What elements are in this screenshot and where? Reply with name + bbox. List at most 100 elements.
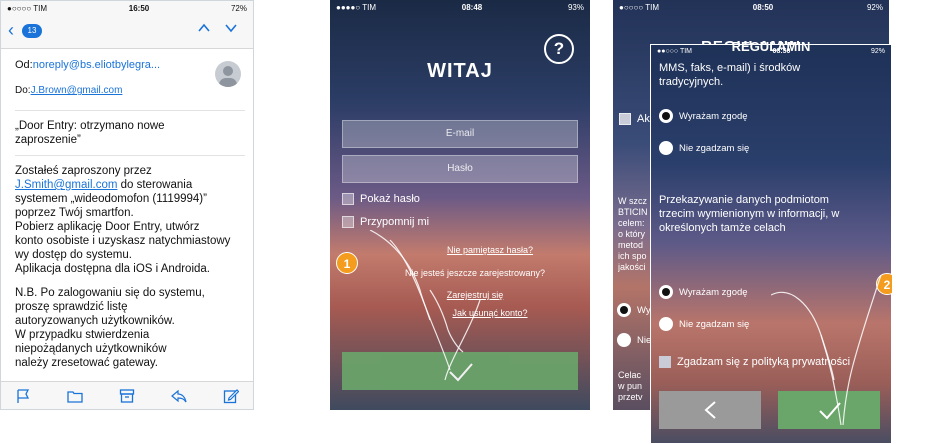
reply-icon[interactable]: [171, 388, 187, 404]
mail-nav-bar: ‹ 13: [1, 15, 253, 49]
consent-1-no-radio[interactable]: Nie zgadzam się: [659, 141, 749, 155]
consent-2-no-radio[interactable]: Nie zgadzam się: [659, 317, 749, 331]
radio-label: Nie zgadzam się: [679, 142, 750, 154]
radio-button[interactable]: [659, 109, 673, 123]
delete-account-link[interactable]: Jak usunąć konto?: [390, 308, 590, 318]
time-label: 08:48: [461, 2, 483, 12]
from-row: Od:noreply@bs.eliotbylegra...: [15, 59, 160, 71]
register-link[interactable]: Zarejestruj się: [360, 290, 590, 300]
radio-label: Nie zgadzam się: [679, 318, 750, 330]
confirm-button[interactable]: [342, 352, 578, 390]
back-button[interactable]: [659, 391, 761, 429]
agree-policy-checkbox[interactable]: Zgadzam się z polityką prywatności: [659, 355, 850, 369]
status-bar: ●○○○○ TIM 08:50 92%: [613, 0, 889, 14]
text-line: przetv: [618, 392, 643, 402]
chevron-left-icon: [704, 401, 716, 419]
body-line: autoryzowanych użytkowników.: [15, 315, 175, 327]
mail-subject: „Door Entry: otrzymano nowe zaproszenie”: [15, 119, 245, 156]
accept-checkbox[interactable]: Ak: [619, 112, 650, 126]
consent-2-yes-radio[interactable]: Wyrażam zgodę: [659, 285, 748, 299]
login-screen: ●●●●○ TIM 08:48 93% ? WITAJ E-mail Hasło…: [330, 0, 590, 410]
radio-label: Wy: [637, 304, 651, 316]
accept-button[interactable]: [778, 391, 880, 429]
carrier-label: ●●●●○ TIM: [336, 2, 377, 12]
from-address[interactable]: noreply@bs.eliotbylegra...: [33, 59, 160, 71]
accept-label: Ak: [637, 113, 650, 125]
body-line: konto osobiste i uzyskasz natychmiastowy: [15, 235, 231, 247]
checkbox-box[interactable]: [342, 216, 354, 228]
inviter-email-link[interactable]: J.Smith@gmail.com: [15, 179, 117, 191]
radio-label: Wyrażam zgodę: [679, 286, 748, 298]
text-line: ich spo: [618, 251, 647, 261]
radio-label: Wyrażam zgodę: [679, 110, 748, 122]
chevron-up-icon[interactable]: [197, 21, 211, 35]
text-line: trzecim wymienionym w informacji, w: [659, 208, 840, 220]
compose-icon[interactable]: [223, 388, 239, 404]
body-line: należy zresetować gateway.: [15, 357, 158, 369]
status-bar: ●○○○○ TIM 16:50 72%: [1, 1, 253, 15]
body-line: J.Smith@gmail.com do sterowania: [15, 178, 249, 192]
checkbox-box[interactable]: [619, 113, 631, 125]
text-line: w pun: [618, 381, 643, 391]
text-line: Celac: [618, 370, 642, 380]
consent-1-yes-radio[interactable]: Wyrażam zgodę: [659, 109, 748, 123]
email-screen: ●○○○○ TIM 16:50 72% ‹ 13 Od:noreply@bs.e…: [0, 0, 254, 410]
text-line: metod: [618, 240, 644, 250]
battery-label: 93%: [567, 2, 584, 12]
forgot-password-link[interactable]: Nie pamiętasz hasła?: [390, 245, 590, 255]
from-label: Od:: [15, 59, 33, 71]
body-line: proszę sprawdzić listę: [15, 301, 128, 313]
body-line: wy dostęp do systemu.: [15, 249, 132, 261]
third-party-text: Przekazywanie danych podmiotom trzecim w…: [659, 193, 885, 235]
to-row: Do:J.Brown@gmail.com: [15, 85, 122, 96]
text-line: Przekazywanie danych podmiotom: [659, 194, 829, 206]
battery-label: 92%: [866, 2, 883, 12]
text-line: określonych tamże celach: [659, 222, 786, 234]
remember-me-checkbox[interactable]: Przypomnij mi: [342, 215, 429, 229]
mail-body: Zostałeś zaproszony przez J.Smith@gmail.…: [15, 164, 249, 370]
radio-button[interactable]: [659, 285, 673, 299]
text-line: o który: [618, 229, 646, 239]
step-marker: 2: [876, 273, 892, 295]
radio-button[interactable]: [617, 333, 631, 347]
show-password-checkbox[interactable]: Pokaż hasło: [342, 192, 420, 206]
body-line: Aplikacja dostępna dla iOS i Androida.: [15, 263, 210, 275]
consent-radio-yes[interactable]: Wy: [617, 303, 651, 317]
show-password-label: Pokaż hasło: [360, 193, 420, 205]
password-field[interactable]: Hasło: [342, 155, 578, 183]
checkbox-box[interactable]: [342, 193, 354, 205]
radio-button[interactable]: [659, 317, 673, 331]
flag-icon[interactable]: [15, 388, 31, 404]
agree-policy-label: Zgadzam się z polityką prywatności: [677, 356, 851, 368]
email-field[interactable]: E-mail: [342, 120, 578, 148]
not-registered-text: Nie jesteś jeszcze zarejestrowany?: [404, 268, 546, 278]
time-label: 08:50: [752, 2, 774, 12]
carrier-label: ●●○○○ TIM: [657, 47, 693, 55]
regulations-screens: ●○○○○ TIM 08:50 92% REGULAMIN Ak W szcz …: [613, 0, 892, 444]
text-line: jakości: [618, 262, 646, 272]
body-line: Pobierz aplikację Door Entry, utwórz: [15, 221, 200, 233]
welcome-title: WITAJ: [427, 60, 493, 82]
back-chevron-icon[interactable]: ‹: [8, 21, 14, 39]
folder-icon[interactable]: [67, 388, 83, 404]
checkbox-box[interactable]: [659, 356, 671, 368]
text-line: tradycyjnych.: [659, 76, 724, 88]
text-line: W szcz: [618, 196, 647, 206]
to-address[interactable]: J.Brown@gmail.com: [31, 85, 123, 96]
body-line: poprzez Twój smartfon.: [15, 207, 134, 219]
radio-button[interactable]: [659, 141, 673, 155]
time-label: 16:50: [128, 3, 150, 13]
carrier-label: ●○○○○ TIM: [7, 3, 48, 13]
consent-radio-no[interactable]: Nie: [617, 333, 651, 347]
unread-count-badge[interactable]: 13: [22, 24, 42, 38]
archive-icon[interactable]: [119, 388, 135, 404]
radio-button[interactable]: [617, 303, 631, 317]
text-line: BTICIN: [618, 207, 648, 217]
regulations-screen-front: REGULAMIN ●●○○○ TIM 08:50 92% MMS, faks,…: [650, 39, 892, 444]
sender-avatar: [215, 61, 241, 87]
battery-label: 92%: [870, 47, 885, 55]
body-line: N.B. Po zalogowaniu się do systemu,: [15, 287, 205, 299]
check-icon: [449, 363, 473, 382]
chevron-down-icon[interactable]: [224, 21, 238, 35]
battery-label: 72%: [230, 3, 247, 13]
